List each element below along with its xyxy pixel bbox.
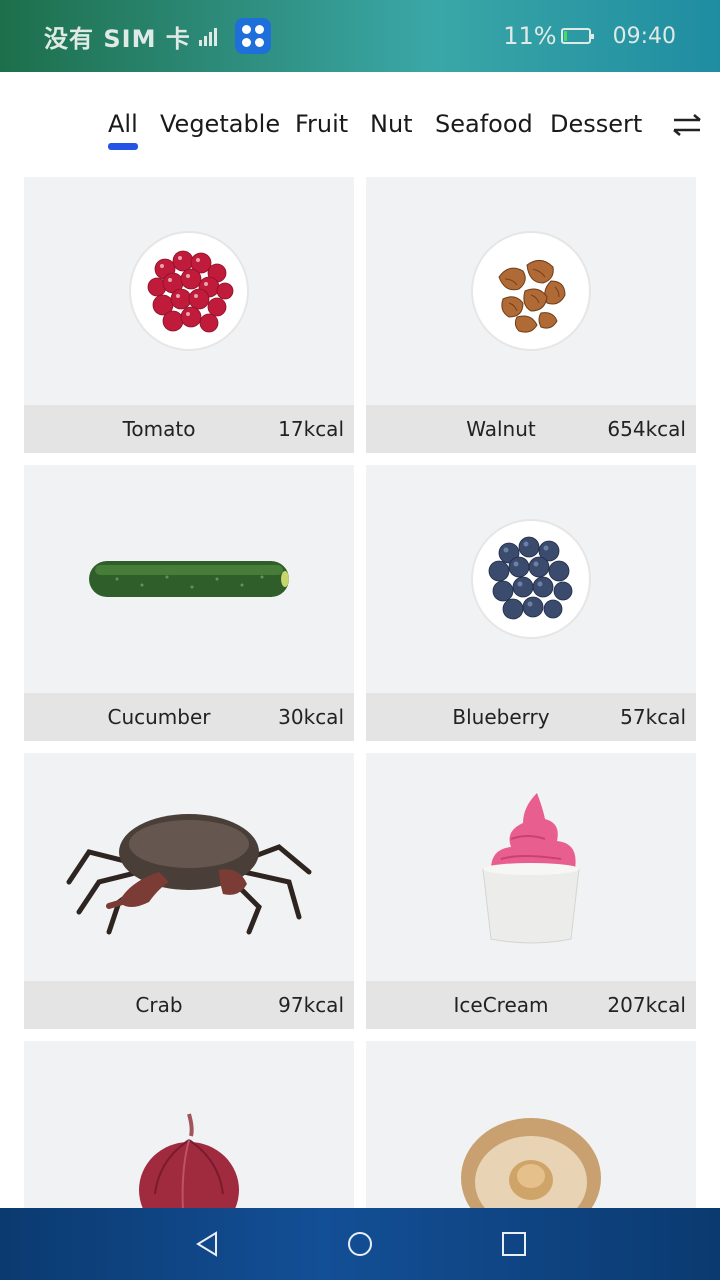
food-name: Tomato: [122, 417, 196, 441]
food-card[interactable]: Cucumber 30kcal: [24, 465, 354, 741]
crab-image: [66, 814, 312, 935]
navigation-bar: [0, 1208, 720, 1280]
cranberry-bowl-image: [129, 231, 249, 351]
back-triangle-icon[interactable]: [194, 1230, 220, 1258]
food-kcal: 97kcal: [278, 993, 344, 1017]
walnut-bowl-image: [471, 231, 591, 351]
status-bar: 没有 SIM 卡 11% 09:40: [0, 0, 720, 72]
onion-image: [139, 1113, 239, 1208]
food-grid: Tomato 17kcal Walnut 654kcal Cucumber 30…: [24, 177, 696, 1208]
food-kcal: 17kcal: [278, 417, 344, 441]
cucumber-image: [89, 561, 289, 597]
battery-icon: [560, 28, 594, 44]
battery-percent: 11%: [503, 22, 557, 50]
category-tabs: All Vegetable Fruit Nut Seafood Dessert: [0, 72, 720, 172]
tab-vegetable[interactable]: Vegetable: [160, 110, 280, 138]
food-card[interactable]: Tomato 17kcal: [24, 177, 354, 453]
clock: 09:40: [612, 23, 676, 49]
tab-seafood[interactable]: Seafood: [435, 110, 533, 138]
food-kcal: 57kcal: [620, 705, 686, 729]
mushroom-image: [461, 1118, 601, 1208]
app-notification-icon: [234, 18, 271, 54]
food-kcal: 654kcal: [607, 417, 686, 441]
food-card[interactable]: IceCream 207kcal: [366, 753, 696, 1029]
ice-cream-image: [482, 793, 580, 944]
carrier-text: 没有 SIM 卡: [44, 24, 191, 53]
food-card[interactable]: Crab 97kcal: [24, 753, 354, 1029]
tab-all[interactable]: All: [108, 110, 138, 150]
food-kcal: 207kcal: [607, 993, 686, 1017]
food-name: Walnut: [466, 417, 536, 441]
food-name: Cucumber: [107, 705, 211, 729]
tab-fruit[interactable]: Fruit: [295, 110, 348, 138]
food-card[interactable]: Blueberry 57kcal: [366, 465, 696, 741]
food-name: Crab: [135, 993, 183, 1017]
food-name: IceCream: [453, 993, 549, 1017]
home-circle-icon[interactable]: [346, 1230, 374, 1258]
tab-dessert[interactable]: Dessert: [550, 110, 642, 138]
swap-arrows-icon[interactable]: [672, 114, 702, 136]
tab-nut[interactable]: Nut: [370, 110, 413, 138]
food-card[interactable]: [366, 1041, 696, 1208]
food-card[interactable]: [24, 1041, 354, 1208]
signal-icon: [198, 26, 217, 46]
food-card[interactable]: Walnut 654kcal: [366, 177, 696, 453]
food-name: Blueberry: [452, 705, 550, 729]
blueberry-bowl-image: [471, 519, 591, 639]
food-kcal: 30kcal: [278, 705, 344, 729]
recents-square-icon[interactable]: [500, 1230, 528, 1258]
